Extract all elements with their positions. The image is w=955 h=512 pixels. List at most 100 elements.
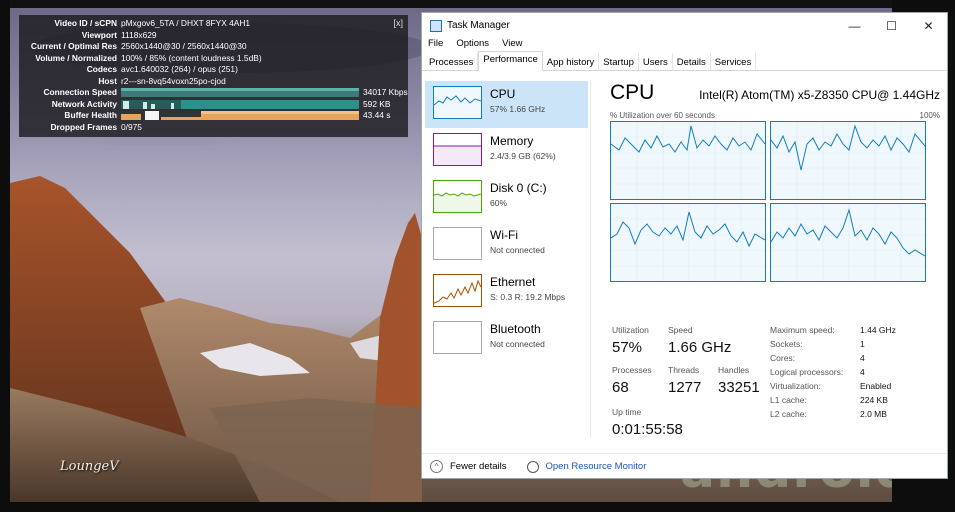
stats-row-network-activity: Network Activity 592 KB <box>25 99 402 111</box>
stats-value: r2---sn-8vq54voxn25po-cjod <box>121 75 226 86</box>
stats-label: Current / Optimal Res <box>30 41 117 51</box>
connection-speed-sparkline <box>121 88 359 97</box>
minimize-button[interactable]: — <box>836 19 873 33</box>
tab-services[interactable]: Services <box>711 53 757 70</box>
menu-file[interactable]: File <box>428 38 443 53</box>
utilization-value: 57% <box>612 339 643 356</box>
stats-value: 0/975 <box>121 121 142 132</box>
graph-max-label: 100% <box>919 111 940 120</box>
tab-users[interactable]: Users <box>639 53 673 70</box>
ethernet-thumbnail-graph <box>433 274 482 307</box>
stats-close-button[interactable]: [x] <box>393 18 403 30</box>
resource-monitor-icon <box>526 460 539 473</box>
sidebar-item-ethernet[interactable]: Ethernet S: 0.3 R: 19.2 Mbps <box>425 269 588 316</box>
speed-value: 1.66 GHz <box>668 339 732 356</box>
task-manager-window: Task Manager — ☐ ✕ File Options View Pro… <box>421 12 948 479</box>
sidebar-item-detail: 60% <box>490 198 508 208</box>
stats-value: 43.44 s <box>363 110 391 120</box>
spec-value: Enabled <box>860 381 892 391</box>
stats-row: Codecs avc1.640032 (264) / opus (251) <box>25 64 402 76</box>
uptime-label: Up time <box>612 407 642 417</box>
stats-label: Connection Speed <box>43 87 117 97</box>
stats-label: Codecs <box>86 64 117 74</box>
processes-value: 68 <box>612 379 629 396</box>
uptime-value: 0:01:55:58 <box>612 421 683 438</box>
sidebar-item-name: Disk 0 (C:) <box>490 181 547 195</box>
stats-row: Viewport 1118x629 <box>25 30 402 42</box>
tab-processes[interactable]: Processes <box>425 53 479 70</box>
title-bar[interactable]: Task Manager — ☐ ✕ <box>422 13 947 38</box>
stats-row: Current / Optimal Res 2560x1440@30 / 2560… <box>25 41 402 53</box>
spec-label: Virtualization: <box>770 381 821 391</box>
letterbox-bottom <box>0 502 955 512</box>
sidebar-item-detail: Not connected <box>490 245 545 255</box>
stats-label: Viewport <box>81 29 117 40</box>
sidebar-item-name: Bluetooth <box>490 322 541 336</box>
spec-label: Maximum speed: <box>770 325 835 335</box>
cpu-heading: CPU <box>610 81 655 104</box>
threads-label: Threads <box>668 365 700 375</box>
cpu-core-graph-2 <box>770 121 926 200</box>
spec-value: 4 <box>860 367 865 377</box>
memory-thumbnail-graph <box>433 133 482 166</box>
sidebar-divider <box>590 81 591 437</box>
maximize-button[interactable]: ☐ <box>873 19 910 33</box>
sidebar-item-memory[interactable]: Memory 2.4/3.9 GB (62%) <box>425 128 588 175</box>
stats-value: 592 KB <box>363 98 391 109</box>
tab-app-history[interactable]: App history <box>543 53 600 70</box>
spec-value: 2.0 MB <box>860 409 887 419</box>
stats-value: 1118x629 <box>121 29 157 40</box>
threads-value: 1277 <box>668 379 702 396</box>
chevron-up-icon[interactable]: ^ <box>430 460 443 473</box>
sidebar-item-detail: S: 0.3 R: 19.2 Mbps <box>490 292 566 302</box>
disk-thumbnail-graph <box>433 180 482 213</box>
tab-startup[interactable]: Startup <box>599 53 639 70</box>
spec-value: 4 <box>860 353 865 363</box>
stats-label: Video ID / sCPN <box>54 18 117 28</box>
cpu-core-graph-1 <box>610 121 766 200</box>
cpu-core-graphs <box>610 121 926 284</box>
sidebar-item-disk[interactable]: Disk 0 (C:) 60% <box>425 175 588 222</box>
sidebar-item-wifi[interactable]: Wi-Fi Not connected <box>425 222 588 269</box>
handles-value: 33251 <box>718 379 760 396</box>
wifi-thumbnail-graph <box>433 227 482 260</box>
bluetooth-thumbnail-graph <box>433 321 482 354</box>
network-activity-sparkline <box>121 99 359 109</box>
cpu-core-graph-3 <box>610 203 766 282</box>
task-manager-icon <box>430 19 442 32</box>
stats-row: Video ID / sCPN pMxgov6_5TA / DHXT 8FYX 4… <box>25 18 402 30</box>
cpu-thumbnail-graph <box>433 86 482 119</box>
spec-label: Logical processors: <box>770 367 844 377</box>
graph-caption: % Utilization over 60 seconds <box>610 111 715 120</box>
stats-value: 100% / 85% (content loudness 1.5dB) <box>121 52 262 63</box>
stats-label: Network Activity <box>51 98 117 109</box>
cpu-core-graph-4 <box>770 203 926 282</box>
sidebar-item-name: Ethernet <box>490 275 536 289</box>
stats-label: Volume / Normalized <box>35 52 117 63</box>
tab-performance[interactable]: Performance <box>478 51 543 71</box>
open-resource-monitor-link[interactable]: Open Resource Monitor <box>546 461 647 472</box>
sidebar-item-name: Memory <box>490 134 534 148</box>
stats-for-nerds-panel: [x] Video ID / sCPN pMxgov6_5TA / DHXT 8F… <box>19 15 408 137</box>
fewer-details-link[interactable]: Fewer details <box>450 461 507 472</box>
stats-row: Dropped Frames 0/975 <box>25 122 402 134</box>
tab-details[interactable]: Details <box>673 53 711 70</box>
performance-sidebar: CPU 57% 1.66 GHz Memory 2.4/3.9 GB (62%) D… <box>425 81 588 363</box>
stats-value: avc1.640032 (264) / opus (251) <box>121 64 238 74</box>
sidebar-item-bluetooth[interactable]: Bluetooth Not connected <box>425 316 588 363</box>
speed-label: Speed <box>668 325 693 335</box>
stats-row-connection-speed: Connection Speed 34017 Kbps <box>25 87 408 99</box>
close-button[interactable]: ✕ <box>910 19 947 33</box>
spec-value: 1.44 GHz <box>860 325 896 335</box>
sidebar-item-detail: Not connected <box>490 339 545 349</box>
stats-row: Host r2---sn-8vq54voxn25po-cjod <box>25 76 402 88</box>
utilization-label: Utilization <box>612 325 649 335</box>
spec-label: L2 cache: <box>770 409 807 419</box>
sidebar-item-cpu[interactable]: CPU 57% 1.66 GHz <box>425 81 588 128</box>
cpu-model-name: Intel(R) Atom(TM) x5-Z8350 CPU@ 1.44GHz <box>699 88 940 102</box>
window-title: Task Manager <box>447 20 510 31</box>
sidebar-item-detail: 2.4/3.9 GB (62%) <box>490 151 556 161</box>
handles-label: Handles <box>718 365 750 375</box>
task-manager-footer: ^ Fewer details Open Resource Monitor <box>422 453 947 479</box>
stats-label: Buffer Health <box>64 110 117 120</box>
